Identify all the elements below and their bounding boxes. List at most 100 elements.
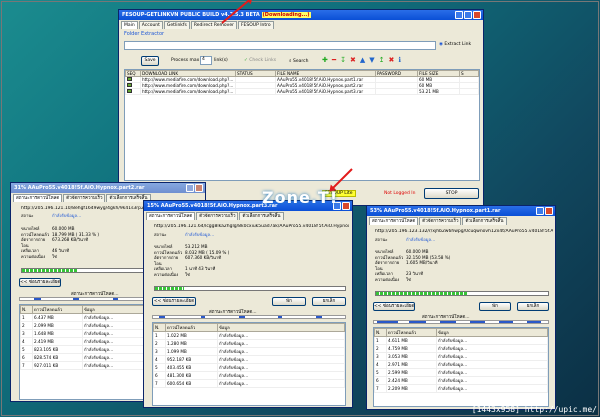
dl2-progress-bar <box>154 286 346 291</box>
down-icon[interactable]: ▼ <box>369 56 378 64</box>
minimize-button[interactable] <box>455 11 463 19</box>
dl3-pause-button[interactable]: พัก <box>479 302 511 311</box>
file-icon <box>127 83 132 87</box>
table-row[interactable]: http://www.mediafire.com/download.php?..… <box>125 82 479 89</box>
table-row[interactable]: http://www.mediafire.com/download.php?..… <box>125 88 479 95</box>
table-row[interactable]: 4 2.971 MB กำลังรับข้อมูล... <box>374 360 548 369</box>
dl3-titlebar[interactable]: 53% AAuPro55.v4018!5f.AiO.Hypnox.part1.r… <box>367 206 555 216</box>
table-row[interactable]: 4 952.187 KB กำลังรับข้อมูล... <box>153 355 345 364</box>
dl2-url: http://205.196.121.64/lcgg8lka2hglg/8k0c… <box>154 224 349 229</box>
dl3-connections-table: N. ดาวน์โหลดแล้ว ข้อมูล 1 4.611 MB กำลังรับข… <box>373 327 549 407</box>
dl2-details: ขนาดไฟล์ 53.212 MB ดาวน์โหลดแล้ว 8.032 MB … <box>154 244 230 277</box>
extract-icon: ◉ <box>439 42 443 47</box>
dl1-close-button[interactable] <box>195 184 203 192</box>
dl3-progress-bar <box>375 291 549 296</box>
tab-redirect-remover[interactable]: Redirect Remover <box>190 21 237 29</box>
dl3-tab-status[interactable]: สถานะการดาวน์โหลด <box>369 217 419 225</box>
delete-icon[interactable]: ✖ <box>350 56 360 64</box>
table-row[interactable]: 6 2.424 MB กำลังรับข้อมูล... <box>374 376 548 385</box>
dl3-tab-speed[interactable]: ตัวจัดการความเร็ว <box>419 217 462 225</box>
main-titlebar[interactable]: FESOUP-GETLINKVN PUBLIC BUILD v4.2.5.3 B… <box>119 10 483 20</box>
dl1-tab-status[interactable]: สถานะการดาวน์โหลด <box>13 194 63 202</box>
save-button[interactable]: Save <box>141 56 159 66</box>
tab-main[interactable]: Main <box>121 21 138 29</box>
links-unit-label: link(s) <box>214 58 228 63</box>
download-window-part1: 53% AAuPro55.v4018!5f.AiO.Hypnox.part1.r… <box>366 205 556 410</box>
check-links-label: Check Links <box>249 58 277 63</box>
remove-icon[interactable]: ━ <box>332 56 340 64</box>
file-icon <box>127 89 132 93</box>
folder-input[interactable] <box>124 41 436 50</box>
watermark-logo: Zone.T! <box>262 188 339 207</box>
dl2-cancel-button[interactable]: ยกเลิก <box>312 297 346 306</box>
maximize-button[interactable] <box>464 11 472 19</box>
check-links-button[interactable]: ✓ Check Links <box>244 58 276 63</box>
folder-extractor-label[interactable]: Folder Extractor <box>124 31 164 37</box>
table-row[interactable]: 5 2.599 MB กำลังรับข้อมูล... <box>374 368 548 377</box>
dl2-tab-complete[interactable]: ตัวเลือกการเสร็จสิ้น <box>239 212 284 220</box>
table-row[interactable]: 7 600.654 KB กำลังรับข้อมูล... <box>153 379 345 388</box>
dl2-connections-table: N. ดาวน์โหลดแล้ว ข้อมูล 1 1.022 MB กำลังรับข… <box>152 322 346 406</box>
add-icon[interactable]: ✚ <box>322 56 332 64</box>
table-row[interactable]: 7 2.209 MB กำลังรับข้อมูล... <box>374 384 548 393</box>
info-icon[interactable]: ℹ <box>398 56 405 64</box>
table-row[interactable]: 3 1.099 MB กำลังรับข้อมูล... <box>153 347 345 356</box>
stop-button[interactable]: STOP <box>424 188 479 199</box>
dl2-pause-button[interactable]: พัก <box>272 297 306 306</box>
search-label: Search <box>292 59 309 64</box>
dl1-hide-details-button[interactable]: << ซ่อนรายละเอียด <box>19 278 61 287</box>
dl3-hide-details-button[interactable]: << ซ่อนรายละเอียด <box>373 302 415 311</box>
table-row[interactable]: 2 4.759 MB กำลังรับข้อมูล... <box>374 344 548 353</box>
process-max-field[interactable]: 4 <box>200 56 212 65</box>
dl3-close-button[interactable] <box>545 207 553 215</box>
dl1-details: ขนาดไฟล์ 60.000 MB ดาวน์โหลดแล้ว 18.799 MB… <box>21 226 100 259</box>
dl2-hide-details-button[interactable]: << ซ่อนรายละเอียด <box>152 297 196 306</box>
main-tabs: Main Account Getlinkfs Redirect Remover … <box>121 21 481 29</box>
dl3-details: ขนาดไฟล์ 60.000 MB ดาวน์โหลดแล้ว 32.150 MB… <box>375 249 451 282</box>
dl3-note: สถานะการดาวน์โหลด... <box>422 315 470 320</box>
dl1-minimize-button[interactable] <box>186 184 194 192</box>
dl2-close-button[interactable] <box>342 202 350 210</box>
dl2-title: 15% AAuPro55.v4018!5f.AiO.Hypnox.part3.r… <box>147 203 278 209</box>
check-icon: ✓ <box>244 58 248 63</box>
main-window: FESOUP-GETLINKVN PUBLIC BUILD v4.2.5.3 B… <box>118 9 484 206</box>
dl2-segment-bar <box>152 315 346 319</box>
extract-link-label: Extract Link <box>444 42 472 47</box>
tab-account[interactable]: Account <box>138 21 163 29</box>
dl2-tab-speed[interactable]: ตัวจัดการความเร็ว <box>196 212 239 220</box>
export-icon[interactable]: ↥ <box>379 56 389 64</box>
search-button[interactable]: ⌕ Search <box>289 58 308 64</box>
dl1-titlebar[interactable]: 31% AAuPro55.v4018!5f.AiO.Hypnox.part2.r… <box>11 183 205 193</box>
table-row[interactable]: 1 4.611 MB กำลังรับข้อมูล... <box>374 336 548 345</box>
dl3-cancel-button[interactable]: ยกเลิก <box>517 302 549 311</box>
dl2-tabs: สถานะการดาวน์โหลด ตัวจัดการความเร็ว ตัวเ… <box>146 212 350 220</box>
extract-link-button[interactable]: ◉ Extract Link <box>439 42 471 47</box>
dl2-note: สถานะการดาวน์โหลด... <box>209 310 257 315</box>
dl3-tab-complete[interactable]: ตัวเลือกการเสร็จสิ้น <box>462 217 507 225</box>
login-status: Not Logged In <box>384 191 416 196</box>
tab-getlinkfs[interactable]: Getlinkfs <box>163 21 190 29</box>
dl3-segment-bar <box>373 320 549 324</box>
process-max-value: 4 <box>202 57 205 62</box>
table-row[interactable]: 2 1.280 MB กำลังรับข้อมูล... <box>153 339 345 348</box>
dl1-title: 31% AAuPro55.v4018!5f.AiO.Hypnox.part2.r… <box>14 185 145 191</box>
dl2-info: สถานะ กำลังรับข้อมูล... <box>154 232 215 237</box>
tab-fesoup-intro[interactable]: FESOUP Intro <box>237 21 274 29</box>
table-row[interactable]: 5 403.455 KB กำลังรับข้อมูล... <box>153 363 345 372</box>
file-icon <box>127 77 132 81</box>
table-row[interactable]: 3 3.053 MB กำลังรับข้อมูล... <box>374 352 548 361</box>
main-title: FESOUP-GETLINKVN PUBLIC BUILD v4.2.5.3 B… <box>122 12 260 18</box>
image-host-footer: [1443x958] http://upic.me/ <box>471 405 597 414</box>
dl3-info: สถานะ กำลังรับข้อมูล... <box>375 237 436 242</box>
dl2-tab-status[interactable]: สถานะการดาวน์โหลด <box>146 212 196 220</box>
table-row[interactable]: http://www.mediafire.com/download.php?..… <box>125 76 479 83</box>
dl1-tab-speed[interactable]: ตัวจัดการความเร็ว <box>63 194 106 202</box>
dl1-note: สถานะการดาวน์โหลด... <box>71 292 119 297</box>
up-icon[interactable]: ▲ <box>360 56 369 64</box>
table-row[interactable]: 6 481.300 KB กำลังรับข้อมูล... <box>153 371 345 380</box>
close-button[interactable] <box>473 11 481 19</box>
clear-icon[interactable]: ✖ <box>389 56 399 64</box>
dl3-minimize-button[interactable] <box>536 207 544 215</box>
import-icon[interactable]: ↧ <box>340 56 350 64</box>
table-row[interactable]: 1 1.022 MB กำลังรับข้อมูล... <box>153 331 345 340</box>
